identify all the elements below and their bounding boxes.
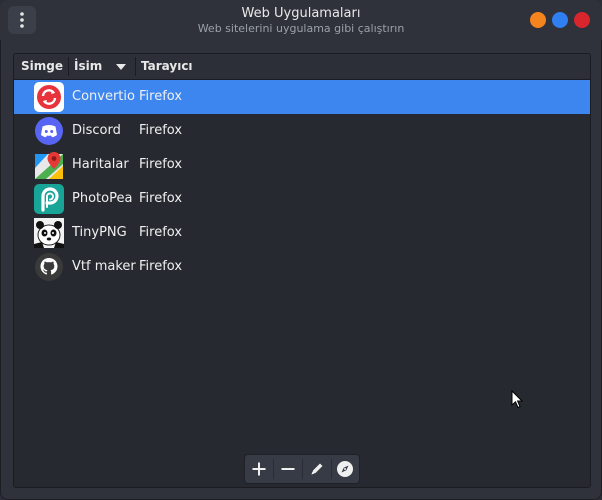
browse-icon	[337, 461, 353, 477]
close-button[interactable]	[574, 12, 590, 28]
remove-icon	[281, 468, 295, 470]
table-row[interactable]: Vtf maker Firefox	[14, 250, 590, 284]
app-name: TinyPNG	[72, 225, 127, 240]
column-divider	[135, 57, 136, 76]
tinypng-icon	[34, 218, 64, 248]
table-row[interactable]: Convertio Firefox	[14, 80, 590, 114]
table-row[interactable]: TinyPNG Firefox	[14, 216, 590, 250]
app-browser: Firefox	[139, 157, 183, 172]
table-row[interactable]: PhotoPea Firefox	[14, 182, 590, 216]
window-title: Web Uygulamaları	[241, 6, 361, 21]
browse-webapp-button[interactable]	[331, 455, 359, 483]
discord-icon	[34, 116, 64, 146]
app-name: Convertio	[72, 89, 135, 104]
photopea-icon	[34, 184, 64, 214]
app-browser: Firefox	[139, 123, 183, 138]
add-icon	[252, 462, 266, 476]
app-browser: Firefox	[139, 89, 183, 104]
app-browser: Firefox	[139, 259, 183, 274]
app-name: PhotoPea	[72, 191, 133, 206]
column-divider	[68, 57, 69, 76]
remove-webapp-button[interactable]	[274, 455, 302, 483]
app-name: Discord	[72, 123, 121, 138]
edit-webapp-button[interactable]	[303, 455, 331, 483]
app-browser: Firefox	[139, 225, 183, 240]
column-header-icon[interactable]: Simge	[21, 54, 63, 79]
minimize-button[interactable]	[530, 12, 546, 28]
maximize-button[interactable]	[552, 12, 568, 28]
mouse-pointer-icon	[511, 390, 524, 409]
app-name: Haritalar	[72, 157, 129, 172]
maps-icon	[34, 150, 64, 180]
github-icon	[34, 252, 64, 282]
webapps-list: Simge İsim Tarayıcı Convertio Firefox Di…	[13, 53, 591, 488]
convertio-icon	[34, 82, 64, 112]
window-subtitle: Web sitelerini uygulama gibi çalıştırın	[197, 22, 405, 35]
table-row[interactable]: Discord Firefox	[14, 114, 590, 148]
list-toolbar	[244, 454, 360, 484]
table-header: Simge İsim Tarayıcı	[14, 54, 590, 80]
add-webapp-button[interactable]	[245, 455, 273, 483]
title-bar: Web Uygulamaları Web sitelerini uygulama…	[0, 0, 602, 40]
app-window: Web Uygulamaları Web sitelerini uygulama…	[0, 0, 602, 500]
column-header-browser[interactable]: Tarayıcı	[141, 54, 193, 79]
app-browser: Firefox	[139, 191, 183, 206]
column-header-name[interactable]: İsim	[74, 54, 102, 79]
table-row[interactable]: Haritalar Firefox	[14, 148, 590, 182]
sort-descending-icon[interactable]	[116, 64, 126, 70]
edit-icon	[311, 463, 323, 475]
app-name: Vtf maker	[72, 259, 136, 274]
